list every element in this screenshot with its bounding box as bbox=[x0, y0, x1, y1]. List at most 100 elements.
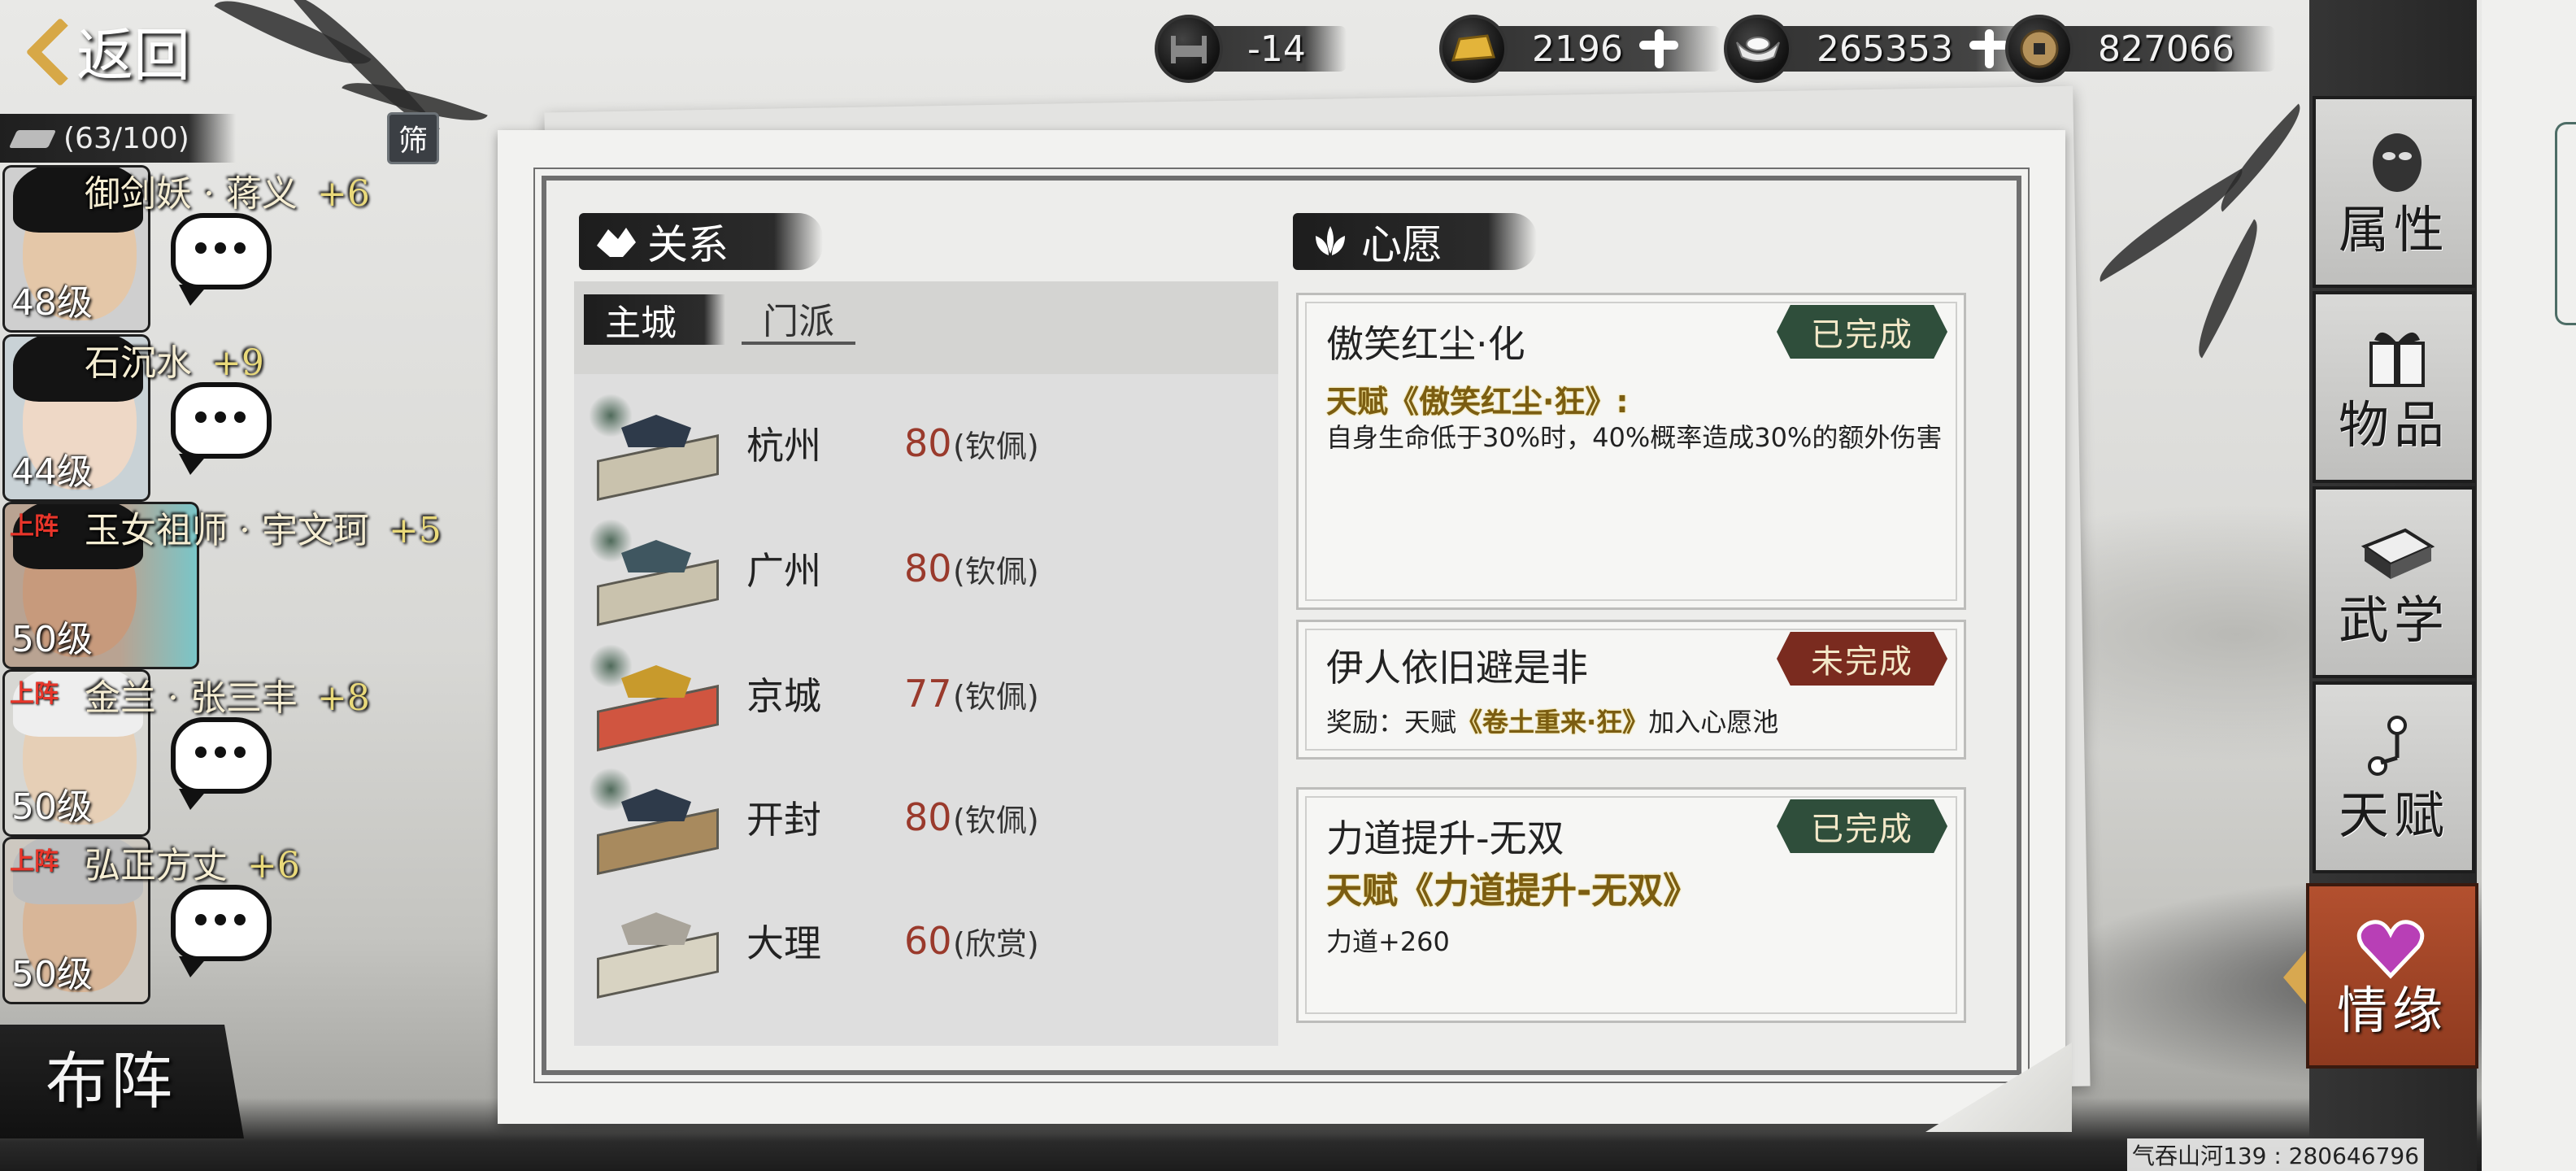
hero-card[interactable]: 上阵 50级 玉女祖师 · 宇文珂 +5 bbox=[0, 504, 455, 672]
hero-card[interactable]: 上阵 50级 弘正方丈 +6 bbox=[0, 839, 455, 1007]
chat-bubble-icon[interactable] bbox=[171, 885, 272, 977]
side-tab-label: 属性 bbox=[2338, 200, 2449, 259]
wish-title: 力道提升-无双 bbox=[1326, 816, 1564, 860]
status-badge: 已完成 bbox=[1777, 799, 1947, 853]
relations-header: 关系 bbox=[579, 213, 823, 270]
tab-sect[interactable]: 门派 bbox=[742, 294, 855, 345]
handshake-icon bbox=[594, 221, 639, 262]
heart-icon bbox=[2350, 911, 2431, 984]
wish-talent: 天赋《傲笑红尘·狂》: bbox=[1326, 384, 1629, 420]
back-button[interactable]: 返回 bbox=[24, 11, 190, 89]
add-silver-button[interactable] bbox=[1968, 28, 2010, 70]
city-state: (钦佩) bbox=[953, 678, 1039, 715]
side-tab-items[interactable]: 物品 bbox=[2313, 291, 2475, 483]
wish-desc: 力道+260 bbox=[1326, 926, 1450, 957]
player-id-watermark: 气吞山河139 : 280646796 bbox=[2127, 1138, 2425, 1171]
hero-card[interactable]: 44级 石沉水 +9 bbox=[0, 337, 455, 504]
on-field-tag: 上阵 bbox=[10, 512, 59, 541]
currency-gold: 2196 bbox=[1439, 15, 1721, 83]
hero-bonus: +5 bbox=[388, 510, 442, 551]
roster-count: (63/100) bbox=[63, 121, 189, 155]
formation-button[interactable]: 布阵 bbox=[0, 1016, 260, 1147]
currency-copper: 827066 bbox=[2005, 15, 2275, 83]
wishes-header: 心愿 bbox=[1293, 213, 1537, 270]
filter-button[interactable]: 筛 bbox=[387, 112, 439, 164]
city-state: (钦佩) bbox=[953, 802, 1039, 838]
city-value: 80 bbox=[904, 546, 952, 590]
hero-name: 石沉水 +9 bbox=[85, 342, 264, 384]
wish-reward: 奖励：天赋《卷土重来·狂》加入心愿池 bbox=[1326, 707, 1779, 738]
wish-card: 力道提升-无双 已完成 天赋《力道提升-无双》 力道+260 bbox=[1296, 787, 1966, 1023]
city-name: 杭州 bbox=[746, 424, 821, 468]
hero-level: 50级 bbox=[11, 619, 93, 660]
gift-box-icon bbox=[2356, 319, 2438, 392]
chat-bubble-icon[interactable] bbox=[171, 213, 272, 306]
city-value: 77 bbox=[904, 672, 952, 716]
currency-value: 827066 bbox=[2098, 28, 2234, 70]
currency-value: 265353 bbox=[1817, 28, 1953, 70]
side-tab-label: 天赋 bbox=[2338, 786, 2449, 845]
city-list: 杭州 80 (钦佩) 广州 80 (钦佩) 京城 77 (钦佩) 开封 80 (… bbox=[574, 374, 1278, 1046]
side-tab-martial-arts[interactable]: 武学 bbox=[2313, 486, 2475, 678]
city-state: (欣赏) bbox=[953, 925, 1039, 962]
side-tab-label: 武学 bbox=[2338, 590, 2449, 650]
hero-bonus: +9 bbox=[211, 342, 264, 384]
chat-bubble-icon[interactable] bbox=[171, 382, 272, 475]
city-name: 京城 bbox=[746, 674, 821, 718]
currency-silver: 265353 bbox=[1724, 15, 2051, 83]
side-tab-talents[interactable]: 天赋 bbox=[2313, 681, 2475, 873]
city-value: 60 bbox=[904, 919, 952, 963]
currency-stamina: -14 bbox=[1155, 15, 1347, 83]
city-value: 80 bbox=[904, 795, 952, 839]
gold-ingot-icon bbox=[1439, 15, 1508, 83]
relations-tabs: 主城 门派 bbox=[584, 294, 855, 345]
hero-name: 金兰 · 张三丰 +8 bbox=[85, 677, 370, 719]
city-building-icon bbox=[589, 888, 725, 999]
city-building-icon bbox=[589, 516, 725, 626]
lotus-icon bbox=[1308, 221, 1353, 262]
copper-coin-icon bbox=[2005, 15, 2073, 83]
hero-card[interactable]: 48级 御剑妖 · 蒋义 +6 bbox=[0, 168, 455, 335]
tab-main-city[interactable]: 主城 bbox=[584, 294, 725, 345]
chevron-left-icon bbox=[24, 18, 63, 83]
city-value: 80 bbox=[904, 421, 952, 465]
list-item: 杭州 80 (钦佩) bbox=[574, 382, 1278, 504]
city-building-icon bbox=[589, 641, 725, 751]
wish-desc: 自身生命低于30%时，40%概率造成30%的额外伤害 bbox=[1326, 422, 1943, 453]
status-badge: 未完成 bbox=[1777, 632, 1947, 686]
wish-title: 傲笑红尘·化 bbox=[1326, 322, 1525, 366]
talent-node-icon bbox=[2356, 709, 2438, 782]
silver-ingot-icon bbox=[1724, 15, 1792, 83]
side-tab-label: 物品 bbox=[2338, 395, 2449, 455]
wish-title: 伊人依旧避是非 bbox=[1326, 646, 1588, 690]
hero-name: 御剑妖 · 蒋义 +6 bbox=[85, 173, 370, 215]
side-tab-romance[interactable]: 情缘 bbox=[2306, 883, 2478, 1069]
hero-bonus: +6 bbox=[316, 173, 370, 215]
add-gold-button[interactable] bbox=[1638, 28, 1680, 70]
list-item: 广州 80 (钦佩) bbox=[574, 507, 1278, 629]
bed-icon bbox=[1155, 15, 1223, 83]
hero-card[interactable]: 上阵 50级 金兰 · 张三丰 +8 bbox=[0, 672, 455, 839]
hero-bonus: +6 bbox=[247, 845, 300, 886]
wishes-title: 心愿 bbox=[1361, 221, 1442, 268]
roster-count-bar: (63/100) bbox=[0, 114, 236, 163]
hero-level: 50级 bbox=[11, 954, 93, 995]
formation-label: 布阵 bbox=[46, 1045, 176, 1117]
chat-bubble-icon[interactable] bbox=[171, 717, 272, 810]
wish-card: 傲笑红尘·化 已完成 天赋《傲笑红尘·狂》: 自身生命低于30%时，40%概率造… bbox=[1296, 293, 1966, 610]
back-label: 返回 bbox=[76, 21, 190, 89]
side-tab-attributes[interactable]: 属性 bbox=[2313, 96, 2475, 288]
hero-name: 玉女祖师 · 宇文珂 +5 bbox=[85, 510, 442, 551]
hero-level: 48级 bbox=[11, 282, 93, 324]
book-icon bbox=[2356, 514, 2438, 587]
hero-name: 弘正方丈 +6 bbox=[85, 845, 300, 886]
screen-edge bbox=[2482, 0, 2576, 1171]
currency-value: 2196 bbox=[1532, 28, 1623, 70]
hero-level: 44级 bbox=[11, 451, 93, 493]
hero-bonus: +8 bbox=[316, 677, 370, 719]
city-name: 开封 bbox=[746, 798, 821, 842]
mask-icon bbox=[2356, 124, 2438, 197]
roster-icon bbox=[10, 122, 55, 155]
city-name: 广州 bbox=[746, 549, 821, 593]
hero-level: 50级 bbox=[11, 786, 93, 828]
